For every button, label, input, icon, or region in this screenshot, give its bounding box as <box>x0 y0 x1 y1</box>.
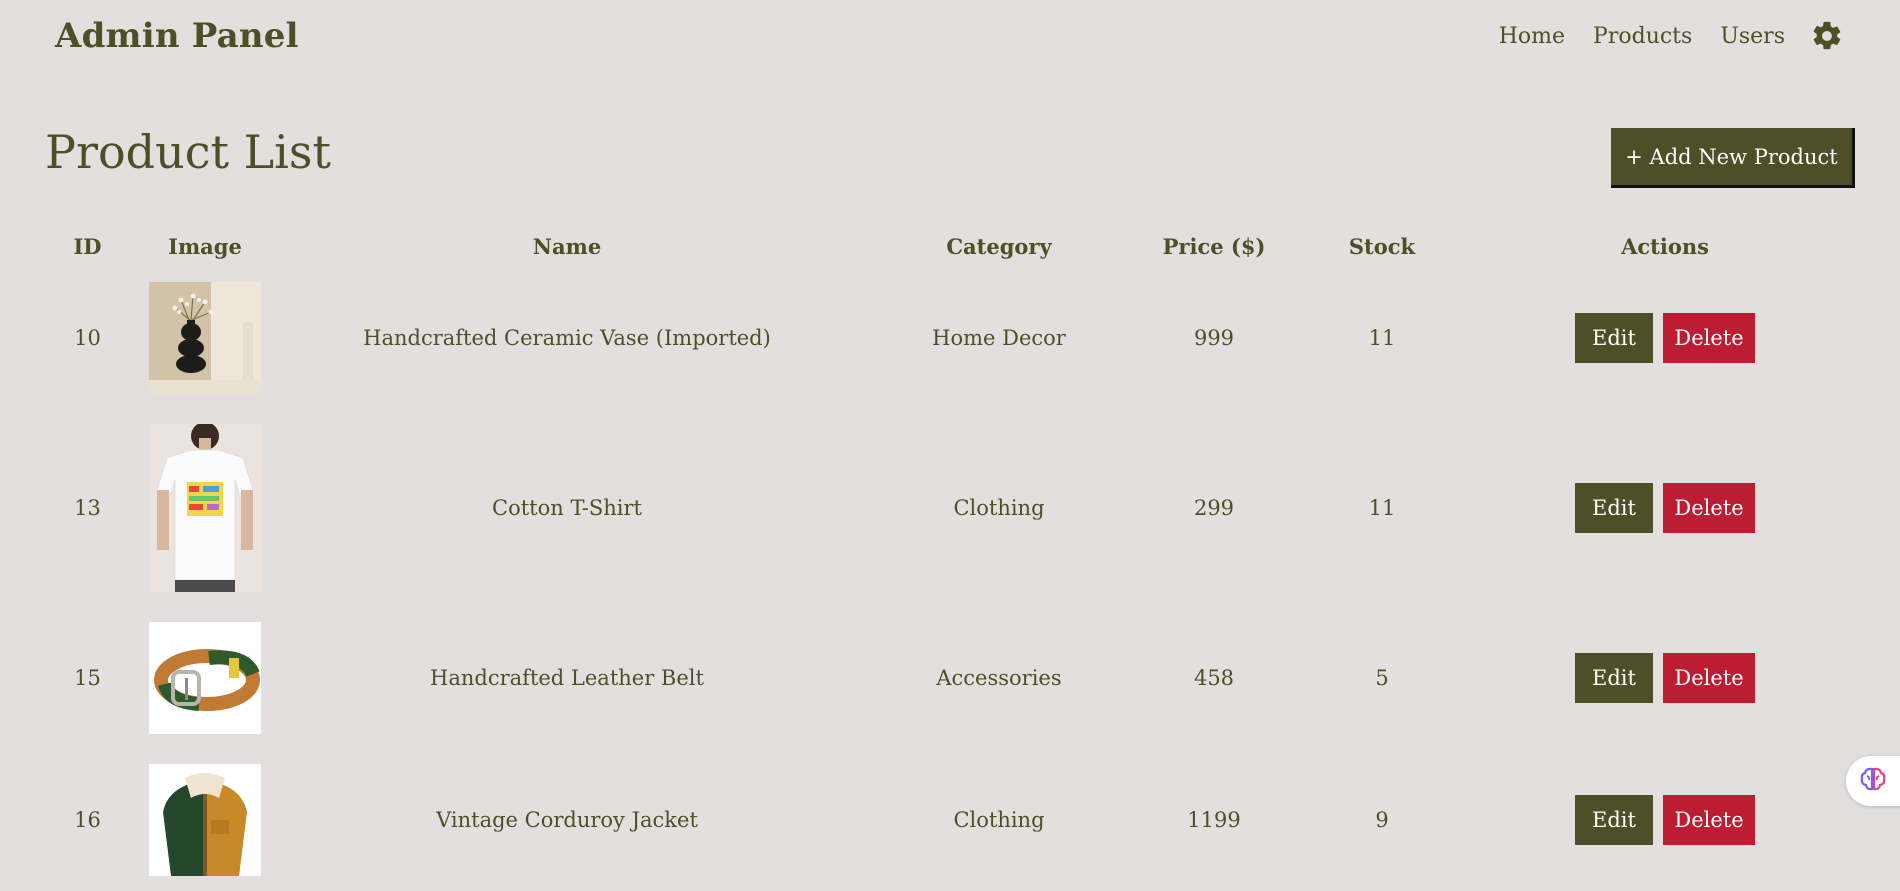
assistant-widget[interactable] <box>1846 756 1900 806</box>
edit-button[interactable]: Edit <box>1575 795 1653 845</box>
delete-button[interactable]: Delete <box>1663 313 1755 363</box>
brain-icon <box>1858 764 1888 798</box>
delete-button[interactable]: Delete <box>1663 795 1755 845</box>
column-header-price: Price ($) <box>1162 233 1266 259</box>
product-stock: 11 <box>1368 326 1396 350</box>
product-id: 15 <box>74 666 101 690</box>
product-name: Handcrafted Ceramic Vase (Imported) <box>363 326 771 350</box>
nav-link-products[interactable]: Products <box>1593 24 1692 49</box>
product-stock: 9 <box>1375 808 1389 832</box>
top-navbar: Admin Panel Home Products Users <box>0 0 1900 80</box>
product-name: Handcrafted Leather Belt <box>430 666 704 690</box>
row-actions: Edit Delete <box>1470 267 1860 409</box>
delete-button[interactable]: Delete <box>1663 483 1755 533</box>
row-actions: Edit Delete <box>1470 749 1860 891</box>
add-new-product-button[interactable]: + Add New Product <box>1611 128 1855 188</box>
nav-link-home[interactable]: Home <box>1499 24 1565 49</box>
product-image-tshirt <box>149 424 261 592</box>
main-nav: Home Products Users <box>1471 16 1845 56</box>
table-row: 15 Handcrafted Leather Belt Accessories <box>35 607 1860 749</box>
edit-button[interactable]: Edit <box>1575 483 1653 533</box>
table-row: 16 Vintage Corduroy Jacket Clothing 1199… <box>35 749 1860 891</box>
product-price: 1199 <box>1187 808 1241 832</box>
edit-button[interactable]: Edit <box>1575 653 1653 703</box>
table-row: 13 Cotton T-Shirt Clothing 299 11 Edit D… <box>35 409 1860 607</box>
product-image-belt <box>149 622 261 734</box>
product-price: 999 <box>1193 326 1235 350</box>
column-header-actions: Actions <box>1621 233 1709 259</box>
column-header-name: Name <box>532 233 602 259</box>
brand-title[interactable]: Admin Panel <box>55 16 299 56</box>
product-id: 13 <box>74 496 101 520</box>
column-header-image: Image <box>168 233 242 259</box>
column-header-category: Category <box>946 233 1052 259</box>
row-actions: Edit Delete <box>1470 409 1860 607</box>
table-row: 10 Handcrafted Ceramic Vase (Imported) H… <box>35 267 1860 409</box>
product-image-jacket <box>149 764 261 876</box>
product-category: Accessories <box>936 666 1062 690</box>
product-stock: 11 <box>1368 496 1396 520</box>
column-header-stock: Stock <box>1348 233 1416 259</box>
product-name: Vintage Corduroy Jacket <box>436 808 698 832</box>
product-price: 458 <box>1193 666 1235 690</box>
product-category: Home Decor <box>932 326 1066 350</box>
product-id: 16 <box>74 808 101 832</box>
product-category: Clothing <box>953 496 1045 520</box>
page-title: Product List <box>45 125 331 179</box>
gear-icon[interactable] <box>1809 18 1845 54</box>
table-header-row: ID Image Name Category Price ($) Stock A… <box>35 225 1860 267</box>
row-actions: Edit Delete <box>1470 607 1860 749</box>
product-image-vase <box>149 282 261 394</box>
product-category: Clothing <box>953 808 1045 832</box>
product-name: Cotton T-Shirt <box>492 496 642 520</box>
product-table: ID Image Name Category Price ($) Stock A… <box>35 225 1860 891</box>
nav-link-users[interactable]: Users <box>1720 24 1785 49</box>
edit-button[interactable]: Edit <box>1575 313 1653 363</box>
delete-button[interactable]: Delete <box>1663 653 1755 703</box>
product-id: 10 <box>74 326 101 350</box>
column-header-id: ID <box>73 233 102 259</box>
product-price: 299 <box>1193 496 1235 520</box>
product-stock: 5 <box>1375 666 1389 690</box>
